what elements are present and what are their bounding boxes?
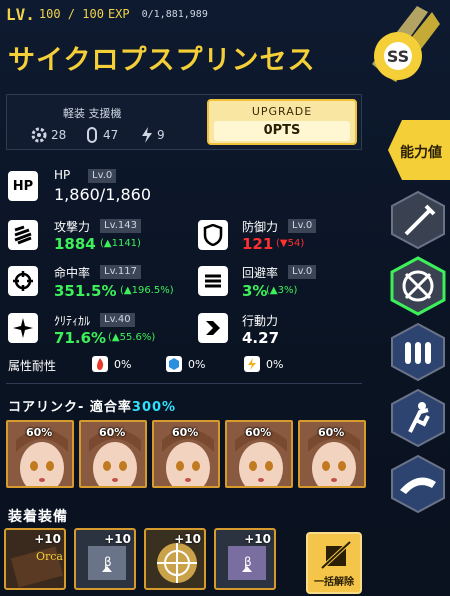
- equipment-slots: Orca +10 β +10 +10 β +10: [4, 528, 276, 590]
- equipment-slot[interactable]: β +10: [74, 528, 136, 590]
- capsule-count: 47: [85, 127, 118, 143]
- crosshair-icon: [390, 256, 446, 316]
- accuracy-label: 命中率: [54, 266, 91, 280]
- side-tab-target[interactable]: [388, 256, 448, 316]
- electric-resist: 0%: [244, 356, 283, 372]
- evasion-lv: Lv.0: [288, 265, 317, 279]
- divider: [6, 383, 362, 384]
- corelink-cards: 60% 60% 60% 60% 60%: [6, 420, 366, 488]
- bullets-icon: [391, 322, 445, 382]
- critical-label: ｸﾘﾃｨｶﾙ: [54, 314, 91, 328]
- critical-icon: [8, 313, 38, 343]
- svg-text:β: β: [244, 555, 252, 569]
- corelink-card[interactable]: 60%: [225, 420, 293, 488]
- side-tab-label: 能力値: [400, 145, 442, 161]
- exp-value: 0/1,881,989: [141, 8, 208, 20]
- attack-lv: Lv.143: [100, 219, 141, 233]
- svg-text:Orca: Orca: [36, 550, 63, 563]
- corelink-percent: 300%: [131, 400, 177, 415]
- defense-value: 121: [242, 235, 274, 253]
- gear-count: 28: [31, 127, 66, 143]
- critical-delta: (▲55.6%): [108, 332, 156, 343]
- evasion-label: 回避率: [242, 266, 279, 280]
- class-panel: 軽装 支援機 28 47 9 UPGRADE 0PTS: [6, 94, 362, 150]
- attack-icon: [8, 220, 38, 250]
- rank-gear-icon: SS: [372, 6, 440, 82]
- character-name: サイクロプスプリンセス: [8, 45, 316, 76]
- resist-label: 属性耐性: [8, 359, 57, 373]
- unequip-icon: [320, 540, 352, 570]
- fire-resist: 0%: [92, 356, 131, 372]
- shield-icon: [198, 220, 228, 250]
- exp-label: EXP: [107, 7, 130, 21]
- bolt-icon: [142, 127, 152, 143]
- upgrade-button[interactable]: UPGRADE 0PTS: [207, 99, 357, 145]
- attack-label: 攻撃力: [54, 220, 91, 234]
- defense-lv: Lv.0: [288, 219, 317, 233]
- accuracy-value: 351.5%: [54, 282, 117, 300]
- ice-resist: 0%: [166, 356, 205, 372]
- gear-icon: [31, 127, 47, 143]
- equipment-slot[interactable]: +10: [144, 528, 206, 590]
- corelink-card[interactable]: 60%: [6, 420, 74, 488]
- evasion-icon: [198, 266, 228, 296]
- critical-lv: Lv.40: [100, 313, 135, 327]
- defense-delta: (▼54): [276, 238, 305, 249]
- hp-label: HP: [54, 168, 71, 182]
- hp-icon: HP: [8, 171, 38, 201]
- equipment-slot[interactable]: β +10: [214, 528, 276, 590]
- sword-icon: [391, 190, 445, 250]
- unequip-all-button[interactable]: 一括解除: [306, 532, 362, 594]
- corelink-card[interactable]: 60%: [152, 420, 220, 488]
- side-tab-weapon[interactable]: [388, 190, 448, 250]
- runner-icon: [391, 388, 445, 448]
- accuracy-lv: Lv.117: [100, 265, 141, 279]
- evasion-value: 3%: [242, 282, 268, 300]
- level-label: LV.: [6, 4, 35, 24]
- bolt-count: 9: [141, 127, 165, 143]
- level-bar: LV. 100 / 100 EXP 0/1,881,989: [0, 0, 390, 28]
- corelink-title: コアリンク- 適合率300%: [8, 400, 177, 415]
- upgrade-points: 0PTS: [214, 121, 350, 141]
- electric-icon: [244, 356, 260, 372]
- action-icon: [198, 313, 228, 343]
- side-tab-stats[interactable]: 能力値: [386, 118, 450, 182]
- crosshair-icon: [8, 266, 38, 296]
- capsule-icon: [87, 127, 97, 143]
- equipment-slot[interactable]: Orca +10: [4, 528, 66, 590]
- level-value: 100 / 100: [38, 7, 104, 21]
- hp-lv: Lv.0: [88, 169, 117, 183]
- hp-value: 1,860/1,860: [54, 185, 151, 204]
- evasion-delta: (▲3%): [266, 285, 298, 296]
- defense-label: 防御力: [242, 220, 279, 234]
- corelink-card[interactable]: 60%: [298, 420, 366, 488]
- accuracy-delta: (▲196.5%): [120, 285, 174, 296]
- class-line: 軽装 支援機: [63, 107, 122, 120]
- side-tab-ammo[interactable]: [388, 322, 448, 382]
- svg-text:β: β: [104, 555, 112, 569]
- ice-icon: [166, 356, 182, 372]
- orca-icon: [391, 454, 445, 514]
- critical-value: 71.6%: [54, 329, 107, 347]
- attack-value: 1884: [54, 235, 96, 253]
- side-tab-orca[interactable]: [388, 454, 448, 514]
- attack-delta: (▲1141): [100, 238, 141, 249]
- svg-text:SS: SS: [387, 47, 409, 66]
- side-tab-skill[interactable]: [388, 388, 448, 448]
- action-value: 4.27: [242, 329, 280, 347]
- equipment-title: 装着装備: [8, 509, 68, 525]
- fire-icon: [92, 356, 108, 372]
- action-label: 行動力: [242, 314, 279, 328]
- corelink-card[interactable]: 60%: [79, 420, 147, 488]
- upgrade-label: UPGRADE: [251, 105, 313, 118]
